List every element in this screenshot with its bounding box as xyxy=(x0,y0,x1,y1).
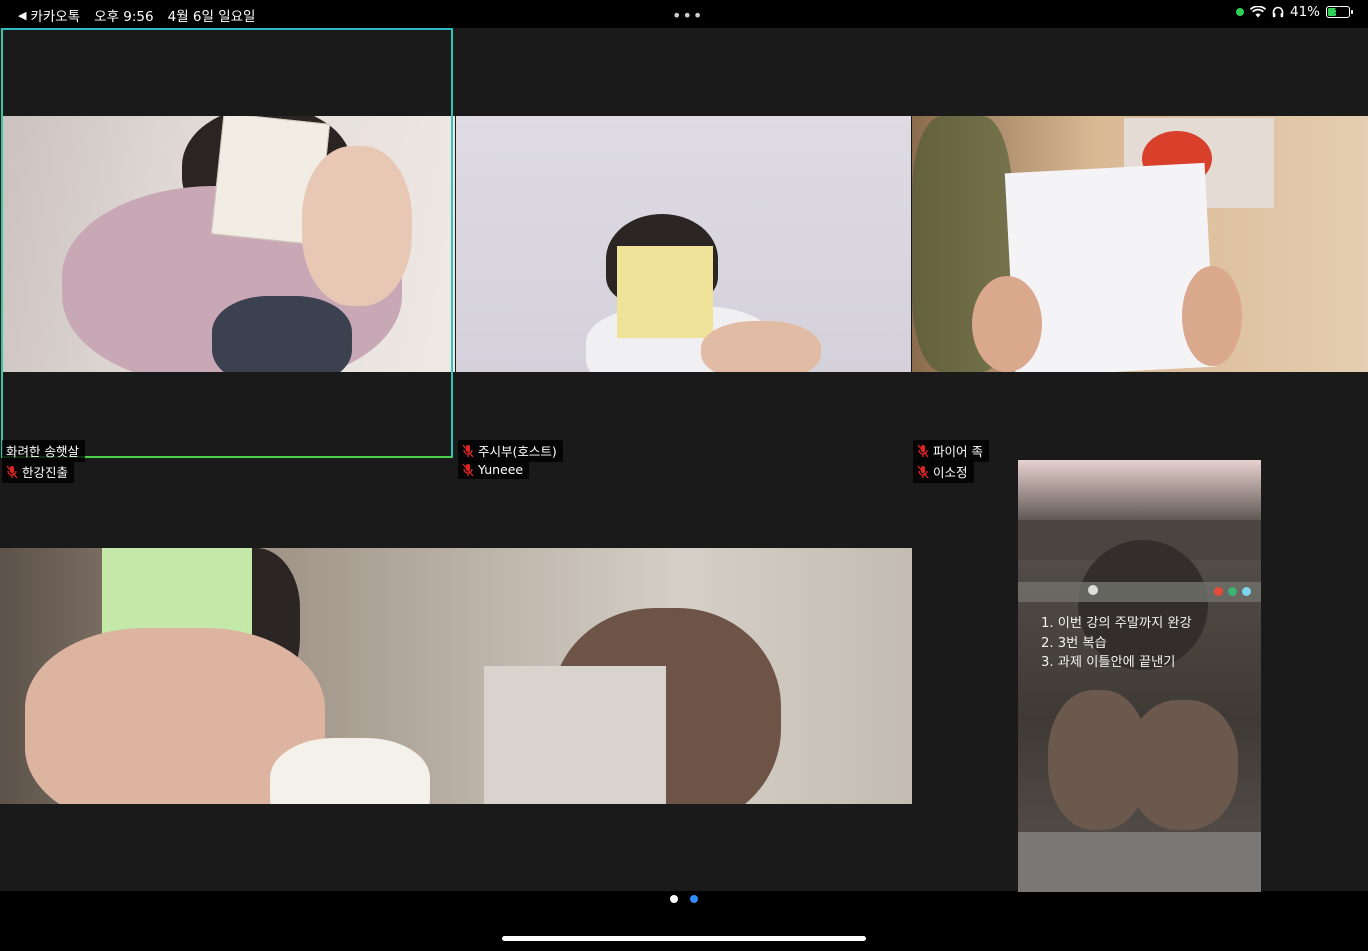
shared-note-text: 1. 이번 강의 주말까지 완강 2. 3번 복습 3. 과제 이틀안에 끝낸기 xyxy=(1041,614,1192,673)
participant-label-3: 주시부(호스트) xyxy=(458,440,563,462)
mic-muted-icon xyxy=(6,465,18,478)
video-tile-5[interactable] xyxy=(456,548,912,804)
note-line-3: 3. 과제 이틀안에 끝낸기 xyxy=(1041,655,1176,670)
mic-muted-icon xyxy=(917,465,929,478)
status-left: ◀ 카카오톡 오후 9:56 4월 6일 일요일 xyxy=(18,5,256,26)
camera-in-use-indicator-icon xyxy=(1235,8,1244,16)
home-indicator[interactable] xyxy=(502,936,866,941)
participant-label-1: 화려한 송햇살 xyxy=(2,440,85,462)
color-green-swatch[interactable] xyxy=(1228,587,1237,596)
back-app-label: 카카오톡 xyxy=(30,9,81,25)
video-tile-4[interactable] xyxy=(0,548,456,804)
participant-label-2: 한강진출 xyxy=(2,461,75,483)
color-red-swatch[interactable] xyxy=(1214,587,1223,596)
back-arrow-icon: ◀ xyxy=(18,8,27,22)
headphones-icon xyxy=(1272,6,1284,18)
status-bar: ◀ 카카오톡 오후 9:56 4월 6일 일요일 ••• 41% ⚡ xyxy=(0,0,1368,28)
multitask-dots-icon[interactable]: ••• xyxy=(672,6,703,25)
note-line-2: 2. 3번 복습 xyxy=(1041,635,1107,651)
battery-icon: ⚡ xyxy=(1326,4,1353,18)
gallery-pager[interactable] xyxy=(670,895,698,903)
video-tile-6[interactable] xyxy=(1018,460,1261,892)
participant-label-6: 이소정 xyxy=(913,461,974,483)
annotation-toolbar xyxy=(1018,582,1261,602)
note-line-1: 1. 이번 강의 주말까지 완강 xyxy=(1041,616,1192,631)
color-blue-swatch[interactable] xyxy=(1242,587,1251,596)
video-tile-3[interactable] xyxy=(912,116,1368,372)
participant-name: 화려한 송햇살 xyxy=(6,444,79,459)
mic-muted-icon xyxy=(462,444,474,457)
participant-name: 주시부(호스트) xyxy=(478,444,557,459)
status-time: 오후 9:56 xyxy=(94,9,154,25)
battery-percent: 41% xyxy=(1289,4,1320,20)
active-speaker-border xyxy=(1,28,453,458)
back-to-app-link[interactable]: ◀ 카카오톡 xyxy=(18,5,81,26)
participant-label-4: Yuneee xyxy=(458,461,530,479)
status-right: 41% ⚡ xyxy=(1235,4,1353,20)
video-tile-2[interactable] xyxy=(456,116,911,372)
page-dot-2[interactable] xyxy=(690,895,698,903)
participant-name: 이소정 xyxy=(933,465,968,480)
participant-name: Yuneee xyxy=(478,462,524,477)
mic-muted-icon xyxy=(462,463,474,476)
mic-muted-icon xyxy=(917,444,929,457)
status-date: 4월 6일 일요일 xyxy=(167,9,256,25)
page-dot-1[interactable] xyxy=(670,895,678,903)
pen-tool-icon[interactable] xyxy=(1088,585,1098,595)
participant-name: 파이어 족 xyxy=(933,444,983,459)
wifi-icon xyxy=(1249,6,1266,18)
participant-label-5: 파이어 족 xyxy=(913,440,989,462)
participant-name: 한강진출 xyxy=(22,465,69,480)
